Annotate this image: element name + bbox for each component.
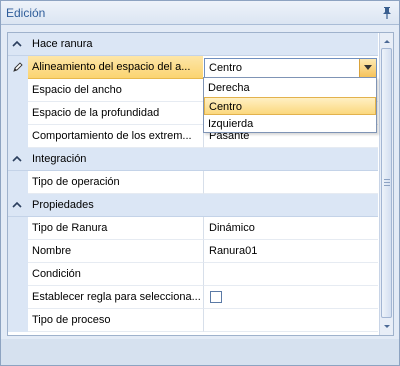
regla-checkbox[interactable] (210, 291, 222, 303)
collapse-icon[interactable] (12, 39, 22, 49)
collapse-icon[interactable] (12, 154, 22, 164)
property-name: Establecer regla para selecciona... (28, 286, 203, 309)
alineamiento-dropdown-list: Derecha Centro Izquierda (203, 77, 377, 133)
scroll-down-icon[interactable] (380, 320, 394, 334)
category-label: Propiedades (32, 199, 94, 211)
row-gutter (8, 309, 28, 332)
property-value[interactable] (203, 309, 378, 332)
property-name: Tipo de Ranura (28, 217, 203, 240)
property-name: Condición (28, 263, 203, 286)
category-integracion[interactable]: Integración (8, 148, 378, 171)
property-name: Comportamiento de los extrem... (28, 125, 203, 148)
dropdown-option-centro[interactable]: Centro (204, 97, 376, 115)
property-name: Tipo de operación (28, 171, 203, 194)
property-name: Tipo de proceso (28, 309, 203, 332)
collapse-icon[interactable] (12, 200, 22, 210)
row-gutter (8, 286, 28, 309)
property-row-nombre[interactable]: Nombre Ranura01 (8, 240, 378, 263)
vertical-scrollbar[interactable] (379, 33, 393, 335)
row-gutter (8, 263, 28, 286)
category-label: Hace ranura (32, 38, 93, 50)
combobox-dropdown-button[interactable] (359, 59, 376, 77)
property-row-tipo-ranura[interactable]: Tipo de Ranura Dinámico (8, 217, 378, 240)
scrollbar-thumb[interactable] (381, 48, 392, 318)
row-gutter (8, 217, 28, 240)
panel-title: Edición (6, 6, 46, 20)
pencil-icon (13, 62, 23, 72)
property-row-regla[interactable]: Establecer regla para selecciona... (8, 286, 378, 309)
property-value[interactable] (203, 171, 378, 194)
row-gutter (8, 102, 28, 125)
property-row-tipo-proceso[interactable]: Tipo de proceso (8, 309, 378, 332)
category-hace-ranura[interactable]: Hace ranura (8, 33, 378, 56)
combobox-value: Centro (209, 62, 243, 74)
chevron-down-icon (364, 65, 372, 70)
row-gutter (8, 79, 28, 102)
property-value (203, 286, 378, 309)
property-name: Espacio del ancho (28, 79, 203, 102)
dropdown-option-derecha[interactable]: Derecha (204, 79, 376, 97)
property-name: Alineamiento del espacio del a... (28, 56, 203, 79)
property-value[interactable]: Ranura01 (203, 240, 378, 263)
row-gutter (8, 125, 28, 148)
grip-icon (384, 179, 390, 188)
property-row-tipo-operacion[interactable]: Tipo de operación (8, 171, 378, 194)
category-propiedades[interactable]: Propiedades (8, 194, 378, 217)
property-row-condicion[interactable]: Condición (8, 263, 378, 286)
property-name: Nombre (28, 240, 203, 263)
row-gutter (8, 171, 28, 194)
category-label: Integración (32, 153, 87, 165)
row-gutter (8, 56, 28, 79)
edicion-panel: Edición Hace ranura Alineamiento del esp… (0, 0, 400, 366)
property-name: Espacio de la profundidad (28, 102, 203, 125)
scroll-up-icon[interactable] (380, 34, 394, 48)
panel-titlebar: Edición (1, 1, 399, 25)
pin-icon[interactable] (381, 6, 393, 20)
property-value[interactable]: Dinámico (203, 217, 378, 240)
row-gutter (8, 240, 28, 263)
alineamiento-combobox[interactable]: Centro (204, 58, 377, 78)
dropdown-option-izquierda[interactable]: Izquierda (204, 115, 376, 133)
property-value[interactable] (203, 263, 378, 286)
panel-footer (1, 339, 399, 365)
